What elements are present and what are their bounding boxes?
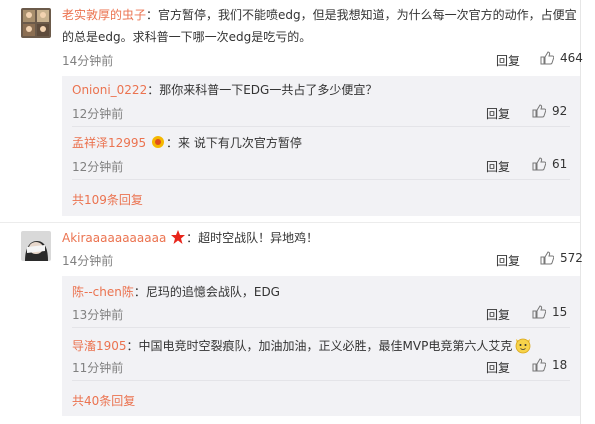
- like-button[interactable]: 464: [540, 51, 583, 65]
- more-replies-link[interactable]: 共109条回复: [72, 191, 143, 208]
- reply-author[interactable]: 孟祥泽12995: [72, 136, 146, 150]
- divider: [72, 179, 570, 180]
- like-button[interactable]: 61: [532, 157, 567, 171]
- thumbs-up-icon: [540, 251, 554, 265]
- reply-time: 12分钟前: [72, 107, 124, 121]
- reply-button[interactable]: 回复: [486, 105, 510, 122]
- thumbs-up-icon: [532, 104, 546, 118]
- comment-author[interactable]: 老实敦厚的虫子: [62, 8, 146, 22]
- like-button[interactable]: 18: [532, 358, 567, 372]
- comment-time: 14分钟前: [62, 254, 114, 268]
- reply-text: ：来 说下有几次官方暂停: [166, 136, 302, 150]
- reply-time: 11分钟前: [72, 361, 124, 375]
- comment-text: ：官方暂停，我们不能喷edg，但是我想知道，为什么每一次官方的动作，占便宜: [146, 8, 577, 22]
- thumbs-up-icon: [532, 305, 546, 319]
- reply-button[interactable]: 回复: [486, 359, 510, 376]
- like-count: 572: [560, 251, 583, 265]
- like-count: 92: [552, 104, 568, 118]
- reply-author[interactable]: Onioni_0222: [72, 83, 147, 97]
- avatar[interactable]: [21, 231, 51, 261]
- vip-badge-icon: [152, 136, 165, 148]
- comment-divider: [0, 222, 580, 223]
- divider: [72, 327, 570, 328]
- reply-text: ：尼玛的追憶会战队，EDG: [133, 285, 280, 299]
- reply-button[interactable]: 回复: [486, 306, 510, 323]
- cat-emoji-icon: [515, 338, 531, 354]
- reply-text: ：中国电竞时空裂痕队，加油加油，正义必胜，最佳MVP电竞第六人艾克: [126, 339, 513, 353]
- divider: [72, 380, 570, 381]
- reply-author[interactable]: 导滀1905: [72, 339, 127, 353]
- comment-text-cont: 的总是edg。求科普一下哪一次edg是吃亏的。: [62, 30, 312, 44]
- like-count: 18: [552, 358, 568, 372]
- comment-text: ：超时空战队！异地鸡！: [186, 231, 319, 245]
- reply-button[interactable]: 回复: [496, 52, 520, 69]
- thumbs-up-icon: [532, 358, 546, 372]
- like-button[interactable]: 15: [532, 305, 567, 319]
- reply-text: ：那你来科普一下EDG一共占了多少便宜？: [147, 83, 378, 97]
- like-count: 15: [552, 305, 568, 319]
- divider: [72, 126, 570, 127]
- like-count: 464: [560, 51, 583, 65]
- more-replies-link[interactable]: 共40条回复: [72, 392, 135, 409]
- comment-time: 14分钟前: [62, 54, 114, 68]
- like-count: 61: [552, 157, 568, 171]
- reply-time: 13分钟前: [72, 308, 124, 322]
- reply-box: 陈--chen陈：尼玛的追憶会战队，EDG 13分钟前 回复 15 导滀1905…: [62, 276, 580, 416]
- reply-button[interactable]: 回复: [496, 252, 520, 269]
- like-button[interactable]: 92: [532, 104, 567, 118]
- star-icon: [171, 230, 186, 244]
- thumbs-up-icon: [532, 157, 546, 171]
- avatar[interactable]: [21, 8, 51, 38]
- reply-box: Onioni_0222：那你来科普一下EDG一共占了多少便宜？ 12分钟前 回复…: [62, 76, 580, 216]
- reply-button[interactable]: 回复: [486, 158, 510, 175]
- like-button[interactable]: 572: [540, 251, 583, 265]
- reply-time: 12分钟前: [72, 160, 124, 174]
- thumbs-up-icon: [540, 51, 554, 65]
- comment-author[interactable]: Akiraaaaaaaaaaa: [62, 231, 166, 245]
- reply-author[interactable]: 陈--chen陈: [72, 285, 134, 299]
